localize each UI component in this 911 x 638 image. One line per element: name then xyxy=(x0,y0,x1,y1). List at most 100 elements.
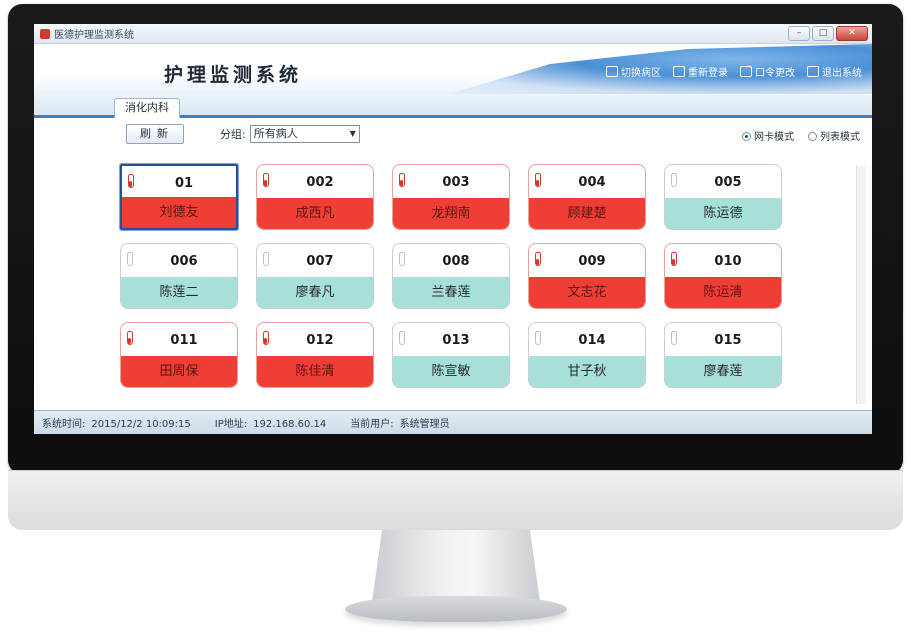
bed-card-header: 006 xyxy=(121,244,237,277)
bed-number: 002 xyxy=(306,175,334,190)
bed-number: 005 xyxy=(714,175,742,190)
bed-card[interactable]: 01 刘德友 xyxy=(120,164,238,230)
group-label: 分组: xyxy=(220,128,246,141)
bed-card-header: 014 xyxy=(529,323,645,356)
bed-number: 006 xyxy=(170,254,198,269)
window-title: 医德护理监测系统 xyxy=(54,30,134,41)
bed-card[interactable]: 005 陈运德 xyxy=(664,164,782,230)
bed-card[interactable]: 006 陈莲二 xyxy=(120,243,238,309)
bed-card[interactable]: 011 田周保 xyxy=(120,322,238,388)
refresh-button[interactable]: 刷新 xyxy=(126,124,184,144)
switch-ward-icon xyxy=(606,66,618,77)
bed-card-header: 002 xyxy=(257,165,373,198)
bed-card[interactable]: 007 廖春凡 xyxy=(256,243,374,309)
bed-number: 015 xyxy=(714,333,742,348)
bed-number: 013 xyxy=(442,333,470,348)
window-controls: – □ ✕ xyxy=(788,26,868,41)
minimize-button[interactable]: – xyxy=(788,26,810,41)
bed-card-header: 012 xyxy=(257,323,373,356)
bed-card-header: 007 xyxy=(257,244,373,277)
bed-card[interactable]: 008 兰春莲 xyxy=(392,243,510,309)
bed-card[interactable]: 010 陈运清 xyxy=(664,243,782,309)
patient-name: 成西凡 xyxy=(257,198,373,229)
monitor-chin xyxy=(8,470,903,530)
bed-card[interactable]: 009 文志花 xyxy=(528,243,646,309)
close-button[interactable]: ✕ xyxy=(836,26,868,41)
patient-name: 陈运清 xyxy=(665,277,781,308)
bed-card-header: 01 xyxy=(122,166,236,199)
bed-number: 009 xyxy=(578,254,606,269)
switch-ward-button[interactable]: 切换病区 xyxy=(606,64,661,79)
app-title: 护理监测系统 xyxy=(164,64,303,86)
change-password-button[interactable]: 口令更改 xyxy=(740,64,795,79)
bed-card-header: 010 xyxy=(665,244,781,277)
bed-card-header: 009 xyxy=(529,244,645,277)
bed-card[interactable]: 004 顾建楚 xyxy=(528,164,646,230)
bed-card[interactable]: 013 陈宣敏 xyxy=(392,322,510,388)
patient-name: 陈运德 xyxy=(665,198,781,229)
vertical-scrollbar[interactable] xyxy=(856,166,866,404)
bed-number: 011 xyxy=(170,333,198,348)
app-logo-icon xyxy=(40,28,50,39)
bed-card-header: 004 xyxy=(529,165,645,198)
status-ip: IP地址: 192.168.60.14 xyxy=(214,419,327,430)
app-window: 医德护理监测系统 – □ ✕ 护理监测系统 切换病区 重新登录 口令更改 退出系… xyxy=(34,24,872,434)
bed-card[interactable]: 014 甘子秋 xyxy=(528,322,646,388)
bed-card-header: 005 xyxy=(665,165,781,198)
bed-number: 014 xyxy=(578,333,606,348)
radio-card-mode[interactable] xyxy=(742,132,751,141)
exit-icon xyxy=(807,66,819,77)
radio-list-mode[interactable] xyxy=(808,132,817,141)
bed-number: 012 xyxy=(306,333,334,348)
bed-number: 004 xyxy=(578,175,606,190)
patient-name: 甘子秋 xyxy=(529,356,645,387)
view-mode-group: 网卡模式 列表模式 xyxy=(742,128,860,143)
patient-name: 田周保 xyxy=(121,356,237,387)
view-mode-list[interactable]: 列表模式 xyxy=(808,128,860,143)
bed-card[interactable]: 015 廖春莲 xyxy=(664,322,782,388)
patient-name: 陈佳清 xyxy=(257,356,373,387)
password-icon xyxy=(740,66,752,77)
bed-grid: 01 刘德友 002 成西凡 003 龙翔南 004 顾建楚 005 陈运德 006 陈莲二 007 廖春… xyxy=(120,164,850,404)
bed-card[interactable]: 002 成西凡 xyxy=(256,164,374,230)
bed-card-header: 003 xyxy=(393,165,509,198)
bed-card[interactable]: 003 龙翔南 xyxy=(392,164,510,230)
bed-number: 010 xyxy=(714,254,742,269)
patient-name: 刘德友 xyxy=(122,197,236,228)
bed-card[interactable]: 012 陈佳清 xyxy=(256,322,374,388)
patient-name: 龙翔南 xyxy=(393,198,509,229)
patient-name: 文志花 xyxy=(529,277,645,308)
status-time: 系统时间: 2015/12/2 10:09:15 xyxy=(42,419,191,430)
toolbar: 切换病区 重新登录 口令更改 退出系统 xyxy=(606,64,862,79)
bed-card-header: 008 xyxy=(393,244,509,277)
patient-name: 陈莲二 xyxy=(121,277,237,308)
bed-number: 003 xyxy=(442,175,470,190)
ward-tabstrip: 消化内科 xyxy=(34,94,872,118)
patient-name: 顾建楚 xyxy=(529,198,645,229)
group-select-value: 所有病人 xyxy=(253,127,298,140)
patient-name: 兰春莲 xyxy=(393,277,509,308)
bed-card-header: 015 xyxy=(665,323,781,356)
filter-bar: 刷新 分组: 所有病人 ▼ 网卡模式 列表模式 xyxy=(34,118,872,150)
group-select[interactable]: 所有病人 ▼ xyxy=(249,125,360,143)
maximize-button[interactable]: □ xyxy=(812,26,834,41)
relogin-button[interactable]: 重新登录 xyxy=(673,64,728,79)
chevron-down-icon: ▼ xyxy=(349,129,356,138)
app-header: 护理监测系统 切换病区 重新登录 口令更改 退出系统 xyxy=(34,44,872,94)
bed-number: 008 xyxy=(442,254,470,269)
status-bar: 系统时间: 2015/12/2 10:09:15 IP地址: 192.168.60.… xyxy=(34,410,872,434)
tab-ward[interactable]: 消化内科 xyxy=(114,98,180,118)
status-user: 当前用户: 系统管理员 xyxy=(350,419,450,430)
relogin-icon xyxy=(673,66,685,77)
bed-number: 007 xyxy=(306,254,334,269)
patient-name: 陈宣敏 xyxy=(393,356,509,387)
exit-button[interactable]: 退出系统 xyxy=(807,64,862,79)
bed-card-header: 011 xyxy=(121,323,237,356)
monitor-stand-neck xyxy=(372,530,540,602)
view-mode-card[interactable]: 网卡模式 xyxy=(742,128,794,143)
monitor-stand-base xyxy=(345,596,567,622)
patient-name: 廖春凡 xyxy=(257,277,373,308)
patient-name: 廖春莲 xyxy=(665,356,781,387)
bed-number: 01 xyxy=(174,176,194,191)
window-titlebar: 医德护理监测系统 – □ ✕ xyxy=(34,24,872,44)
